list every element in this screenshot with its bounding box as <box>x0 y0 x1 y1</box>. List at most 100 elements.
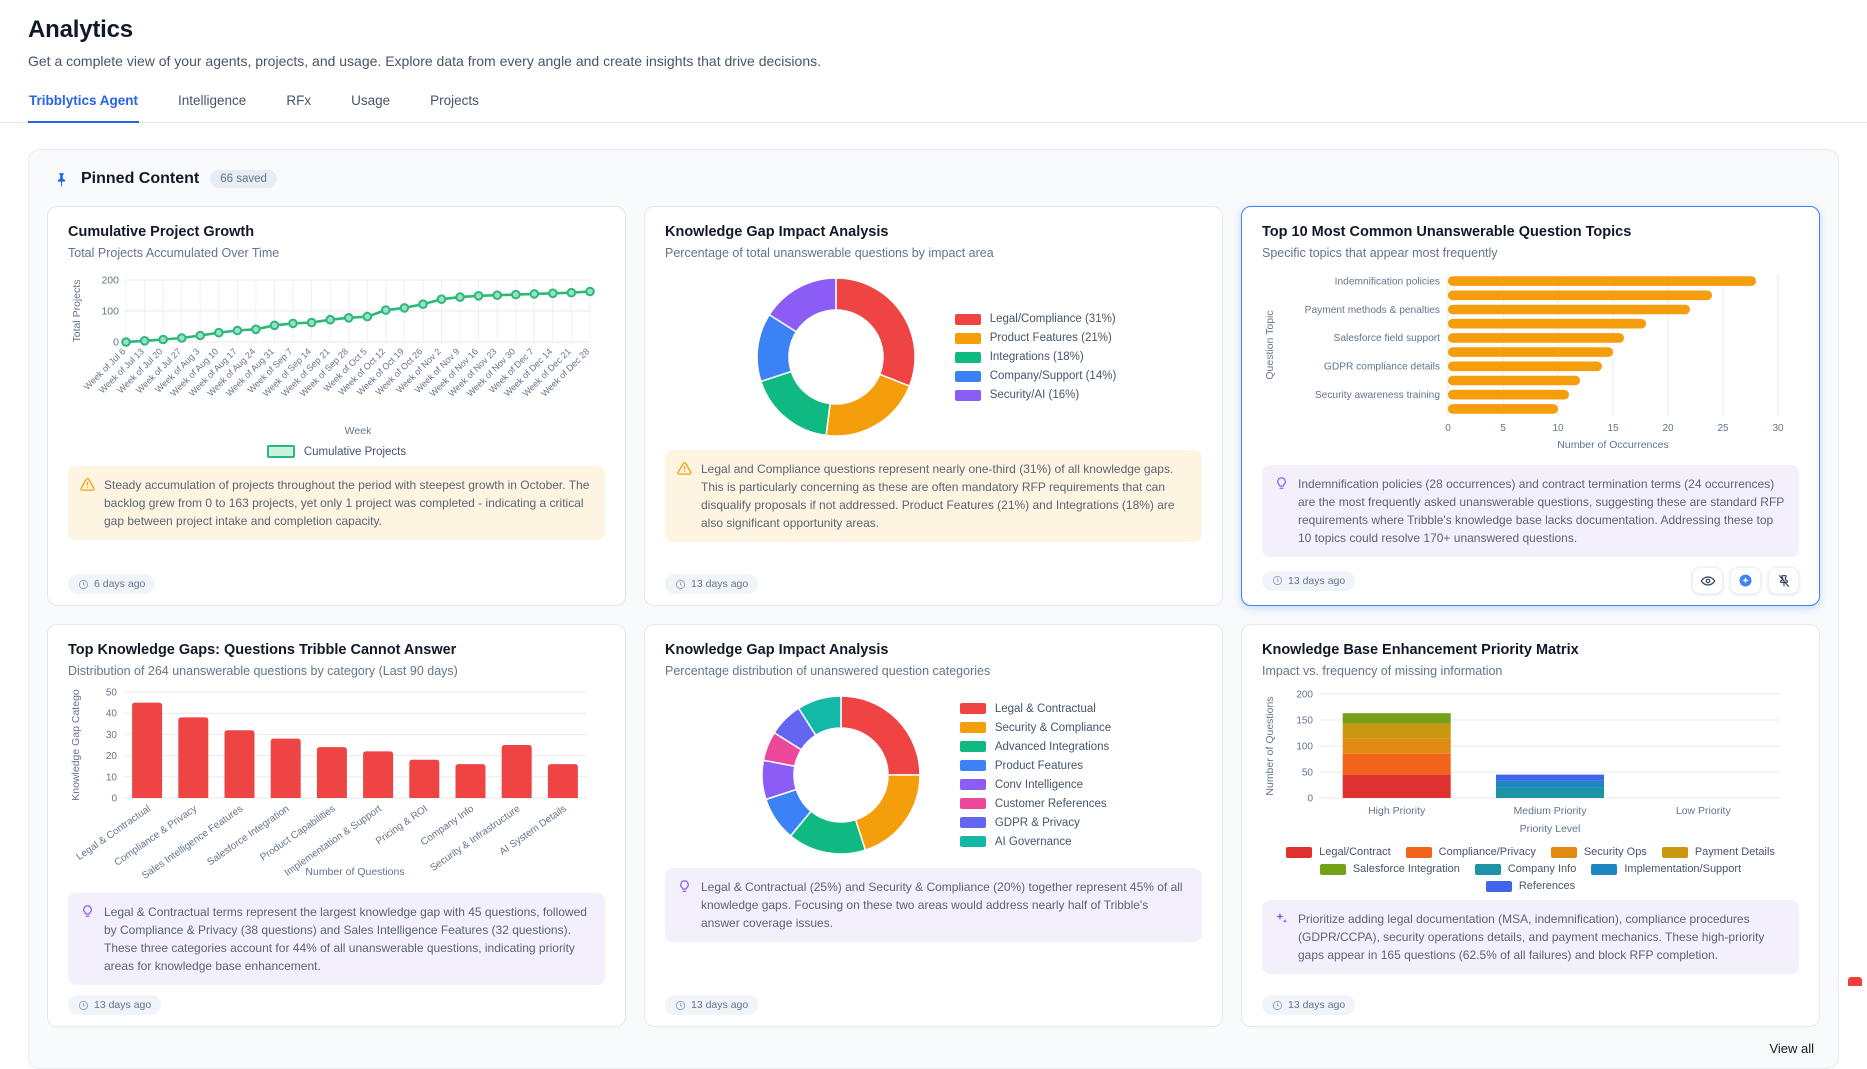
page-header: Analytics Get a complete view of your ag… <box>0 0 1867 69</box>
card-footer: 13 days ago <box>1262 985 1799 1015</box>
card-knowledge-gap-impact-analysis-2[interactable]: Knowledge Gap Impact Analysis Percentage… <box>644 624 1223 1027</box>
card-title: Knowledge Base Enhancement Priority Matr… <box>1262 642 1799 658</box>
sparkles-icon <box>1274 911 1289 964</box>
svg-text:0: 0 <box>113 337 119 349</box>
warning-triangle-icon <box>80 477 95 530</box>
ai-insight-button[interactable] <box>1730 567 1761 594</box>
bar-chart-knowledge-gaps: 01020304050Legal & ContractualCompliance… <box>68 686 605 885</box>
svg-text:Product Capabilities: Product Capabilities <box>258 803 337 863</box>
timestamp-badge: 13 days ago <box>68 995 161 1015</box>
svg-text:0: 0 <box>111 794 117 805</box>
svg-text:0: 0 <box>1445 423 1451 434</box>
card-footer: 13 days ago <box>68 985 605 1015</box>
eye-icon <box>1700 573 1716 589</box>
card-title: Knowledge Gap Impact Analysis <box>665 224 1202 240</box>
card-knowledge-gap-impact-analysis-1[interactable]: Knowledge Gap Impact Analysis Percentage… <box>644 206 1223 606</box>
lightbulb-icon <box>80 904 95 975</box>
clock-icon <box>78 1000 89 1011</box>
svg-text:Payment methods & penalties: Payment methods & penalties <box>1305 305 1440 316</box>
view-all-row: View all <box>47 1041 1820 1056</box>
svg-text:20: 20 <box>1662 423 1674 434</box>
card-cumulative-project-growth[interactable]: Cumulative Project Growth Total Projects… <box>47 206 626 606</box>
tab-tribblytics-agent[interactable]: Tribblytics Agent <box>28 89 139 123</box>
card-title: Top Knowledge Gaps: Questions Tribble Ca… <box>68 642 605 658</box>
card-priority-matrix[interactable]: Knowledge Base Enhancement Priority Matr… <box>1241 624 1820 1027</box>
chart-legend: Legal & ContractualSecurity & Compliance… <box>960 703 1111 848</box>
card-subtitle: Distribution of 264 unanswerable questio… <box>68 664 605 678</box>
clock-icon <box>78 579 89 590</box>
svg-text:Priority Level: Priority Level <box>1520 823 1581 834</box>
chart-legend: Legal/Compliance (31%)Product Features (… <box>955 313 1117 401</box>
card-top-10-unanswerable-topics[interactable]: Top 10 Most Common Unanswerable Question… <box>1241 206 1820 606</box>
timestamp-badge: 13 days ago <box>665 574 758 594</box>
insight-text: Legal and Compliance questions represent… <box>701 460 1190 532</box>
insight-note: Legal & Contractual (25%) and Security &… <box>665 868 1202 942</box>
view-all-link[interactable]: View all <box>1769 1041 1814 1056</box>
tab-rfx[interactable]: RFx <box>285 89 312 122</box>
tab-projects[interactable]: Projects <box>429 89 480 122</box>
warning-triangle-icon <box>677 461 692 532</box>
unpin-icon <box>1776 573 1792 589</box>
card-subtitle: Percentage distribution of unanswered qu… <box>665 664 1202 678</box>
insight-note: Legal and Compliance questions represent… <box>665 450 1202 542</box>
svg-text:Question Topic: Question Topic <box>1264 310 1276 379</box>
horizontal-bar-chart-topics: 051015202530Indemnification policiesPaym… <box>1262 268 1799 457</box>
tab-intelligence[interactable]: Intelligence <box>177 89 247 122</box>
clock-icon <box>675 579 686 590</box>
card-title: Top 10 Most Common Unanswerable Question… <box>1262 224 1799 240</box>
pin-icon <box>53 171 70 188</box>
card-footer: 13 days ago <box>665 564 1202 594</box>
svg-text:30: 30 <box>106 730 118 741</box>
svg-text:100: 100 <box>1296 742 1313 753</box>
svg-text:Total Projects: Total Projects <box>71 279 83 342</box>
svg-text:Knowledge Gap Catego: Knowledge Gap Catego <box>70 689 82 801</box>
svg-text:High Priority: High Priority <box>1368 805 1426 817</box>
svg-text:GDPR compliance details: GDPR compliance details <box>1324 362 1440 373</box>
saved-count-badge: 66 saved <box>210 170 277 188</box>
svg-text:Salesforce field support: Salesforce field support <box>1334 333 1441 344</box>
svg-text:30: 30 <box>1772 423 1784 434</box>
card-title: Cumulative Project Growth <box>68 224 605 240</box>
svg-text:Week: Week <box>345 425 372 437</box>
timestamp-badge: 13 days ago <box>1262 571 1355 591</box>
svg-text:0: 0 <box>1307 794 1313 805</box>
timestamp-badge: 13 days ago <box>665 995 758 1015</box>
clock-icon <box>675 1000 686 1011</box>
chat-widget-fragment[interactable] <box>1848 977 1862 986</box>
stacked-bar-chart-priority: 050100150200High PriorityMedium Priority… <box>1262 686 1799 892</box>
card-footer: 13 days ago <box>665 985 1202 1015</box>
card-top-knowledge-gaps[interactable]: Top Knowledge Gaps: Questions Tribble Ca… <box>47 624 626 1027</box>
insight-note: Steady accumulation of projects througho… <box>68 466 605 540</box>
svg-text:50: 50 <box>1302 768 1314 779</box>
svg-text:Indemnification policies: Indemnification policies <box>1335 276 1440 287</box>
svg-text:Legal & Contractual: Legal & Contractual <box>75 803 153 862</box>
svg-text:100: 100 <box>101 306 119 318</box>
svg-text:200: 200 <box>101 275 119 287</box>
card-subtitle: Impact vs. frequency of missing informat… <box>1262 664 1799 678</box>
svg-text:Number of Questions: Number of Questions <box>305 866 404 878</box>
insight-note: Legal & Contractual terms represent the … <box>68 893 605 985</box>
view-button[interactable] <box>1692 567 1723 594</box>
svg-text:50: 50 <box>106 688 118 699</box>
svg-text:Number of Occurrences: Number of Occurrences <box>1557 439 1668 451</box>
donut-chart-impact-area: Legal/Compliance (31%)Product Features (… <box>665 268 1202 442</box>
card-subtitle: Percentage of total unanswerable questio… <box>665 246 1202 260</box>
card-footer: 13 days ago <box>1262 557 1799 594</box>
timestamp-badge: 13 days ago <box>1262 995 1355 1015</box>
card-actions <box>1692 567 1799 594</box>
line-chart-cumulative-projects: 0100200Week of Jul 6Week of Jul 13Week o… <box>68 268 605 458</box>
tab-usage[interactable]: Usage <box>350 89 391 122</box>
timestamp-badge: 6 days ago <box>68 574 155 594</box>
svg-text:200: 200 <box>1296 690 1313 701</box>
card-title: Knowledge Gap Impact Analysis <box>665 642 1202 658</box>
pinned-content-header: Pinned Content 66 saved <box>47 170 1820 188</box>
chart-legend: Cumulative Projects <box>68 445 605 458</box>
insight-text: Legal & Contractual (25%) and Security &… <box>701 878 1190 932</box>
svg-text:Compliance & Privacy: Compliance & Privacy <box>113 803 199 868</box>
unpin-button[interactable] <box>1768 567 1799 594</box>
page-title: Analytics <box>28 16 1839 44</box>
card-footer: 6 days ago <box>68 564 605 594</box>
svg-text:Medium Priority: Medium Priority <box>1514 805 1588 817</box>
insight-text: Steady accumulation of projects througho… <box>104 476 593 530</box>
svg-text:10: 10 <box>1552 423 1564 434</box>
